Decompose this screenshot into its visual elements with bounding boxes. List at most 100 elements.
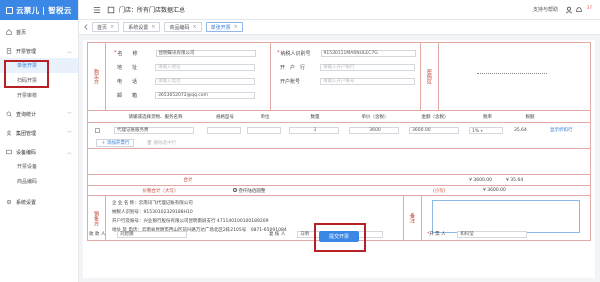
grand-total-words: 叁仟陆佰圆整 (233, 187, 433, 194)
tab-label: 首页 (97, 24, 108, 31)
buyer-address-input[interactable]: 请输入地址 (155, 63, 255, 71)
close-icon[interactable]: × (234, 24, 238, 30)
sidebar-item-device-codes[interactable]: 设备编码 ︿ (0, 145, 78, 159)
plus-icon: ＋ (101, 140, 106, 146)
item-tax-value: 35.64 (514, 127, 527, 133)
col-header-rate: 税率 (483, 114, 492, 120)
delete-row-label: 删除选中行 (153, 140, 177, 146)
buyer-section-label: 购买方 (88, 43, 106, 110)
sum-label: 合计 (183, 178, 193, 183)
tab-label: 单张开票 (210, 24, 231, 31)
search-icon (6, 111, 12, 117)
buyer-taxid-input[interactable]: 91530111MA6NULEC7G (320, 49, 416, 57)
issuer-input[interactable]: 和科莹 (457, 230, 528, 238)
sidebar-item-label: 开票管理 (16, 48, 37, 55)
buyer-account-input[interactable]: 请输入开户账号 (320, 77, 415, 85)
col-header-unit: 单位 (260, 114, 270, 120)
buyer-email-label: 邮 箱 (117, 92, 138, 99)
col-header-amount: 金额（含税） (421, 114, 449, 120)
table-row: 代理记账服务费 1 3600 3600.00 1% ▾ 35.64 显示折扣行 (88, 123, 590, 137)
tab-single-invoice[interactable]: 单张开票 × (205, 22, 243, 32)
sidebar-item-product-codes[interactable]: 商品编码 (0, 174, 78, 189)
seller-bank-label: 开户行及账号： (112, 219, 144, 224)
sidebar-item-group-management[interactable]: 集团管理 ﹀ (0, 126, 78, 140)
app-logo[interactable]: 云票儿 | 智税云 (0, 0, 78, 20)
sidebar-item-query-stats[interactable]: 查询统计 ﹀ (0, 107, 78, 121)
device-icon (6, 149, 12, 155)
main-content: 购买方 * 名 称昆明蝶讯有限公司 地 址请输入地址 电 话请输入电话 邮 箱 36… (83, 40, 595, 278)
delete-row-button[interactable]: 🗑 删除选中行 (146, 140, 176, 146)
sidebar-item-system-settings[interactable]: 系统设置 (0, 195, 78, 209)
col-header-qty: 数量 (310, 114, 320, 120)
row-actions: ＋ 添加开票行 🗑 删除选中行 (88, 137, 590, 149)
item-price-input[interactable]: 3600 (349, 126, 399, 134)
group-icon (6, 130, 12, 136)
menu-toggle-icon[interactable] (93, 6, 101, 14)
buyer-bank-label: 开 户 行 (280, 64, 306, 71)
seller-name-value: 云南讯飞代理记账有限公司 (138, 201, 193, 206)
sidebar-item-label: 首页 (16, 29, 27, 36)
payee-label: 收 款 人 (89, 232, 106, 237)
submit-label: 提交开票 (328, 234, 349, 240)
sidebar-item-label: 开票审核 (17, 93, 38, 99)
item-amount-input[interactable]: 3600.00 (409, 126, 459, 134)
item-spec-input[interactable] (207, 126, 241, 134)
item-rate-select[interactable]: 1% ▾ (469, 126, 503, 134)
sidebar: 云票儿 | 智税云 首页 开票管理 ︿ 单张开票 扫码开票 开票审核 查询统计 … (0, 0, 79, 282)
grand-total-row: 价税合计（大写） 叁仟陆佰圆整 (小写) ¥ 3600.00 (88, 186, 590, 196)
item-name-input[interactable]: 代理记账服务费 (114, 126, 194, 134)
rate-value: 1% (472, 128, 480, 134)
chevron-up-icon: ︿ (66, 149, 72, 156)
small-value: ¥ 3600.00 (483, 188, 506, 193)
support-link[interactable]: 支持与帮助 (533, 6, 558, 13)
buyer-phone-label: 电 话 (117, 78, 138, 85)
sidebar-item-scan-invoice[interactable]: 扫码开票 (0, 73, 78, 88)
tab-product-codes[interactable]: 商品编码 × (164, 22, 202, 32)
close-icon[interactable]: × (151, 24, 155, 30)
row-checkbox[interactable] (94, 127, 100, 133)
items-spacer (88, 149, 590, 175)
sidebar-item-label: 单张开票 (17, 63, 38, 69)
password-area (439, 43, 590, 110)
buyer-name-input[interactable]: 昆明蝶讯有限公司 (155, 49, 256, 57)
sidebar-item-invoice-devices[interactable]: 开票设备 (0, 159, 78, 174)
home-icon (6, 29, 12, 35)
sidebar-item-invoice-review[interactable]: 开票审核 (0, 88, 78, 103)
sidebar-item-label: 查询统计 (16, 111, 37, 118)
tab-system-settings[interactable]: 系统设置 × (123, 22, 161, 32)
sidebar-item-label: 商品编码 (17, 179, 38, 185)
store-selector[interactable]: 门店：所有门店数据汇总 (119, 5, 185, 14)
submit-invoice-button[interactable]: 提交开票 (319, 231, 359, 242)
user-icon[interactable] (565, 6, 573, 14)
document-icon (6, 48, 12, 54)
sidebar-item-label: 设备编码 (16, 149, 37, 156)
col-header-price: 单价（含税） (361, 114, 389, 120)
sidebar-item-single-invoice[interactable]: 单张开票 (0, 58, 78, 73)
buyer-left: * 名 称昆明蝶讯有限公司 地 址请输入地址 电 话请输入电话 邮 箱 365365… (106, 43, 271, 110)
buyer-bank-input[interactable]: 请输入开户银行 (320, 63, 415, 71)
seller-name-label: 企 业 名 称： (112, 201, 139, 206)
buyer-phone-input[interactable]: 请输入电话 (155, 77, 255, 85)
close-icon[interactable]: × (110, 24, 114, 30)
buyer-account-label: 开户账号 (280, 78, 301, 85)
item-unit-input[interactable] (247, 126, 281, 134)
grand-total-label: 价税合计（大写） (142, 188, 179, 194)
seller-taxid-value: 91530102329188H10 (143, 210, 193, 215)
tab-home[interactable]: 首页 × (92, 22, 120, 32)
sidebar-item-home[interactable]: 首页 (0, 25, 78, 39)
sidebar-item-invoice-management[interactable]: 开票管理 ︿ (0, 44, 78, 58)
buyer-email-input[interactable]: 3653652072@qq.com (155, 91, 255, 99)
notification-badge: 37 (586, 5, 592, 10)
tabs-scroll-left-icon[interactable] (83, 24, 89, 30)
payee-input[interactable]: 刘碧娥 (117, 230, 187, 238)
add-row-button[interactable]: ＋ 添加开票行 (96, 138, 135, 147)
show-discount-link[interactable]: 显示折扣行 (550, 127, 590, 133)
sidebar-item-label: 系统设置 (16, 199, 37, 206)
seller-taxid-label: 纳税人识别号： (112, 210, 144, 215)
bell-icon[interactable] (575, 6, 583, 14)
buyer-name-label: 名 称 (117, 50, 138, 57)
buyer-address-label: 地 址 (117, 64, 138, 71)
item-qty-input[interactable]: 1 (289, 126, 339, 134)
close-icon[interactable]: × (192, 24, 196, 30)
invoice-form: 购买方 * 名 称昆明蝶讯有限公司 地 址请输入地址 电 话请输入电话 邮 箱 36… (87, 42, 591, 241)
